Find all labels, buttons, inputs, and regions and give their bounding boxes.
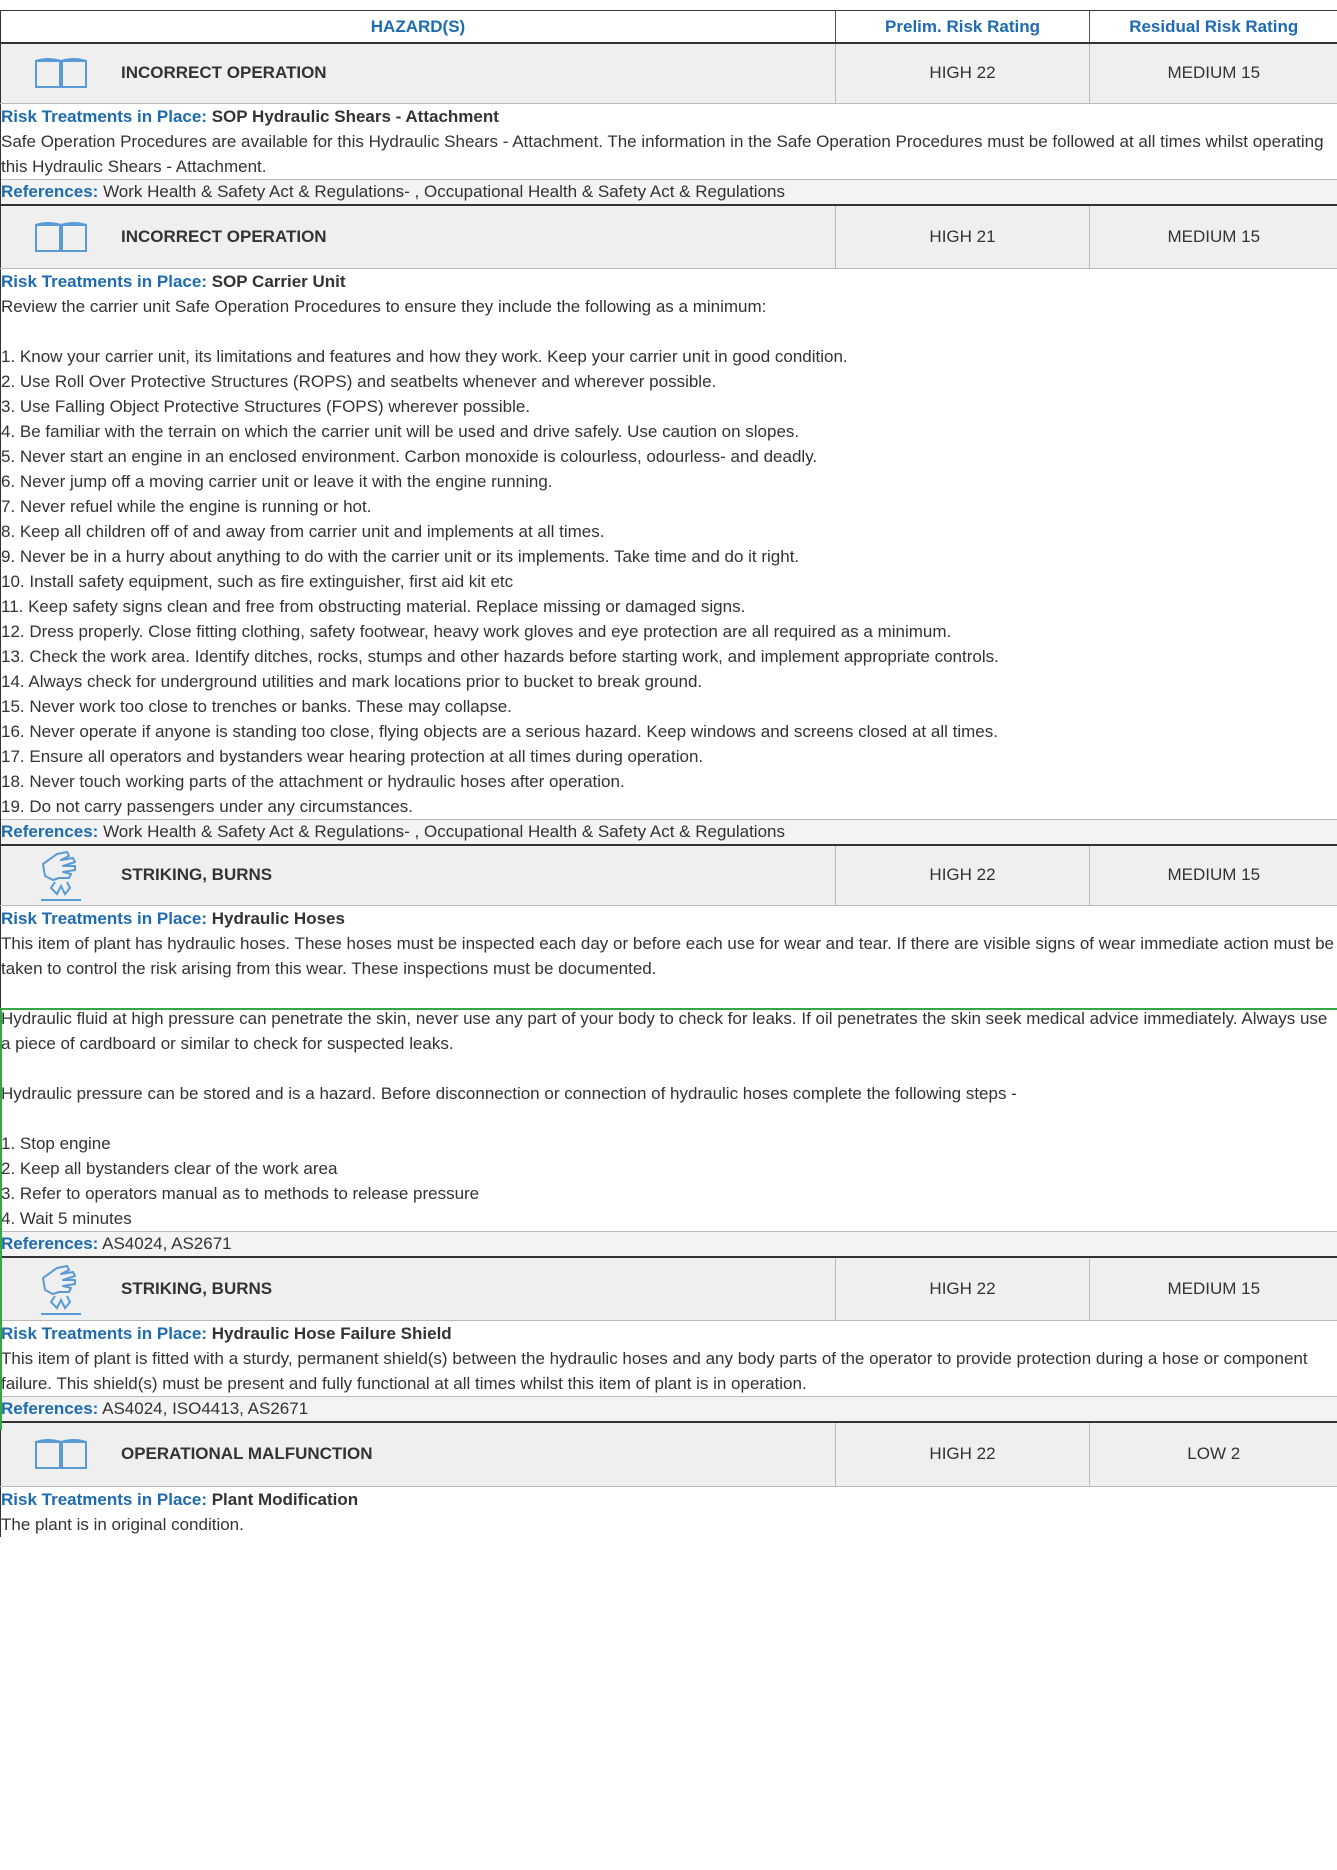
risk-treatment-label: Risk Treatments in Place: [1,1489,207,1509]
risk-treatment-row: Risk Treatments in Place: SOP Carrier Un… [0,268,1337,820]
risk-treatment-name: Hydraulic Hose Failure Shield [211,1324,452,1343]
book-icon [1,221,121,253]
residual-risk-rating: MEDIUM 15 [1089,1256,1337,1321]
residual-risk-rating: LOW 2 [1089,1422,1337,1487]
hazard-row: INCORRECT OPERATION HIGH 22 MEDIUM 15 [0,43,1337,104]
references-label: References: [1,822,99,841]
hazard-title: STRIKING, BURNS [121,865,273,885]
hazard-cell: OPERATIONAL MALFUNCTION [0,1422,836,1487]
hazard-row: STRIKING, BURNS HIGH 22 MEDIUM 15 [0,845,1337,906]
prelim-risk-rating: HIGH 21 [835,204,1090,269]
book-icon [1,57,121,89]
hazard-title: STRIKING, BURNS [121,1278,273,1298]
risk-treatment-row: Risk Treatments in Place: Hydraulic Hose… [0,905,1337,1231]
risk-treatment-cell: Risk Treatments in Place: Hydraulic Hose… [0,905,1337,1231]
residual-rating-column-header: Residual Risk Rating [1089,10,1337,44]
risk-treatment-row: Risk Treatments in Place: SOP Hydraulic … [0,103,1337,179]
hand-burn-icon [1,1262,121,1316]
residual-risk-rating: MEDIUM 15 [1089,845,1337,906]
risk-treatment-name: SOP Carrier Unit [211,272,346,291]
references-row: References: AS4024, ISO4413, AS2671 [0,1396,1337,1423]
references-cell: References: Work Health & Safety Act & R… [0,178,1337,206]
prelim-risk-rating: HIGH 22 [835,1422,1090,1487]
references-cell: References: AS4024, ISO4413, AS2671 [0,1396,1337,1423]
hazard-cell: STRIKING, BURNS [0,1256,836,1321]
hazard-title: INCORRECT OPERATION [121,226,327,246]
hazards-column-header: HAZARD(S) [0,10,836,44]
references-label: References: [1,1399,99,1418]
references-text: Work Health & Safety Act & Regulations- … [103,181,785,201]
risk-treatment-text: This item of plant is fitted with a stur… [1,1349,1308,1393]
references-label: References: [1,1233,99,1253]
references-row: References: Work Health & Safety Act & R… [0,178,1337,206]
risk-treatment-name: SOP Hydraulic Shears - Attachment [211,106,499,126]
risk-treatment-label: Risk Treatments in Place: [1,908,207,928]
risk-treatment-text: Review the carrier unit Safe Operation P… [1,297,999,816]
hazard-row: INCORRECT OPERATION HIGH 21 MEDIUM 15 [0,204,1337,269]
references-row: References: Work Health & Safety Act & R… [0,819,1337,846]
risk-treatment-row: Risk Treatments in Place: Hydraulic Hose… [0,1320,1337,1397]
risk-treatment-name: Plant Modification [211,1489,359,1509]
references-row: References: AS4024, AS2671 [0,1230,1337,1258]
risk-treatment-cell: Risk Treatments in Place: Hydraulic Hose… [0,1320,1337,1397]
prelim-risk-rating: HIGH 22 [835,1256,1090,1321]
hazard-row: STRIKING, BURNS HIGH 22 MEDIUM 15 [0,1256,1337,1321]
risk-treatment-label: Risk Treatments in Place: [1,1324,207,1343]
risk-treatment-cell: Risk Treatments in Place: SOP Carrier Un… [0,268,1337,820]
risk-treatment-name: Hydraulic Hoses [211,908,345,928]
hazard-title: OPERATIONAL MALFUNCTION [121,1444,373,1464]
table-header: HAZARD(S) Prelim. Risk Rating Residual R… [0,10,1337,44]
hazard-cell: INCORRECT OPERATION [0,204,836,269]
hazard-cell: INCORRECT OPERATION [0,43,836,104]
references-label: References: [1,181,99,201]
hazard-row: OPERATIONAL MALFUNCTION HIGH 22 LOW 2 [0,1422,1337,1487]
risk-treatment-cell: Risk Treatments in Place: Plant Modifica… [0,1486,1337,1537]
hazard-cell: STRIKING, BURNS [0,845,836,906]
risk-treatment-label: Risk Treatments in Place: [1,272,207,291]
risk-treatment-cell: Risk Treatments in Place: SOP Hydraulic … [0,103,1337,179]
hazard-title: INCORRECT OPERATION [121,63,327,83]
prelim-risk-rating: HIGH 22 [835,43,1090,104]
references-cell: References: Work Health & Safety Act & R… [0,819,1337,846]
risk-treatment-text: Safe Operation Procedures are available … [1,131,1324,176]
prelim-rating-column-header: Prelim. Risk Rating [835,10,1090,44]
residual-risk-rating: MEDIUM 15 [1089,204,1337,269]
references-text: AS4024, AS2671 [102,1233,232,1253]
hand-burn-icon [1,848,121,902]
risk-treatment-row: Risk Treatments in Place: Plant Modifica… [0,1486,1337,1537]
risk-treatment-text: This item of plant has hydraulic hoses. … [1,933,1335,1228]
book-icon [1,1438,121,1470]
risk-treatment-text: The plant is in original condition. [1,1514,244,1534]
risk-treatment-label: Risk Treatments in Place: [1,106,207,126]
hazard-table: HAZARD(S) Prelim. Risk Rating Residual R… [0,10,1337,1537]
references-cell: References: AS4024, AS2671 [0,1230,1337,1258]
references-text: Work Health & Safety Act & Regulations- … [103,822,785,841]
references-text: AS4024, ISO4413, AS2671 [102,1399,309,1418]
residual-risk-rating: MEDIUM 15 [1089,43,1337,104]
prelim-risk-rating: HIGH 22 [835,845,1090,906]
risk-assessment-document: HAZARD(S) Prelim. Risk Rating Residual R… [0,10,1337,1537]
